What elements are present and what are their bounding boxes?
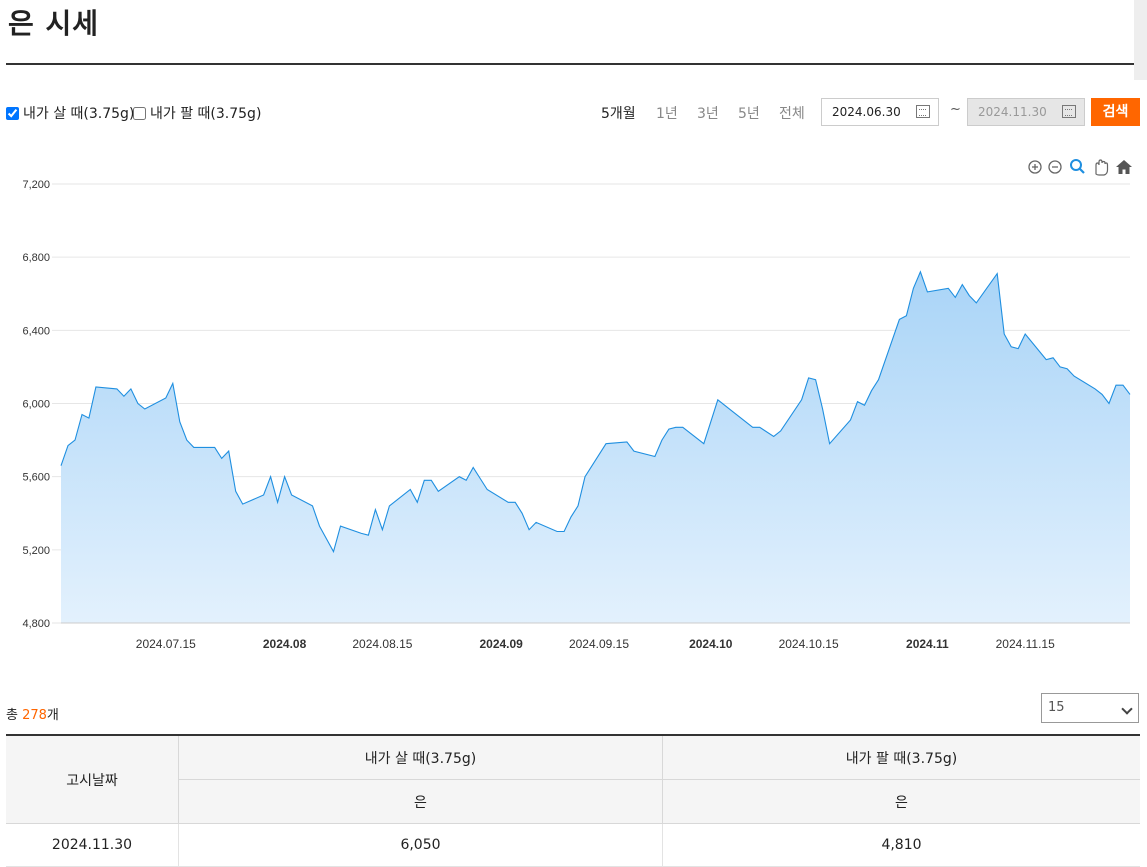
sell-subheader: 은 — [662, 779, 1140, 824]
price-area-fill — [61, 271, 1130, 623]
x-tick-label: 2024.07.15 — [136, 637, 196, 651]
filter-bar: 내가 살 때(3.75g) 내가 팔 때(3.75g) 5개월 1년 3년 5년… — [6, 98, 1140, 126]
sell-column-header[interactable]: 내가 팔 때(3.75g) — [662, 734, 1140, 780]
total-number: 278 — [22, 708, 47, 723]
page-size-value: 15 — [1048, 700, 1065, 715]
x-tick-label: 2024.08 — [263, 637, 307, 651]
sell-checkbox-text: 내가 팔 때(3.75g) — [150, 106, 262, 122]
sell-checkbox[interactable] — [133, 106, 146, 120]
x-tick-label: 2024.11.15 — [996, 637, 1055, 651]
page-title: 은 시세 — [8, 7, 100, 40]
period-3years[interactable]: 3년 — [697, 103, 719, 123]
date-range-separator: ~ — [950, 102, 961, 117]
start-date-input[interactable]: 2024.06.30 — [821, 98, 939, 126]
row-buy-price: 6,050 — [178, 823, 663, 867]
price-chart: 7,200 6,800 6,400 6,000 5,600 5,200 4,800 2024… — [22, 159, 1132, 651]
row-sell-price: 4,810 — [662, 823, 1140, 867]
x-tick-label: 2024.09.15 — [569, 637, 629, 651]
total-suffix: 개 — [46, 708, 59, 723]
buy-checkbox-label[interactable]: 내가 살 때(3.75g) — [6, 103, 134, 123]
buy-checkbox-text: 내가 살 때(3.75g) — [23, 106, 135, 122]
x-tick-label: 2024.10 — [689, 637, 733, 651]
calendar-icon[interactable] — [916, 105, 930, 118]
total-count: 총 278개 — [6, 704, 59, 723]
y-tick-label: 6,800 — [22, 252, 50, 264]
y-tick-label: 6,000 — [22, 399, 50, 411]
title-divider — [6, 63, 1134, 65]
row-date: 2024.11.30 — [6, 823, 179, 867]
chevron-down-icon — [1121, 703, 1133, 715]
table-row: 2024.11.30 6,050 4,810 — [6, 823, 1140, 867]
price-table: 고시날짜 내가 살 때(3.75g) 내가 팔 때(3.75g) 은 은 202… — [6, 734, 1140, 867]
y-tick-label: 6,400 — [22, 325, 50, 337]
scrollbar[interactable] — [1134, 0, 1147, 80]
search-button[interactable]: 검색 — [1091, 98, 1140, 126]
end-date-value: 2024.11.30 — [978, 105, 1047, 119]
magnify-icon[interactable] — [1070, 159, 1085, 174]
home-icon[interactable] — [1116, 160, 1132, 174]
end-date-input[interactable]: 2024.11.30 — [967, 98, 1085, 126]
zoom-in-icon[interactable] — [1028, 160, 1042, 174]
period-1year[interactable]: 1년 — [656, 103, 678, 123]
buy-column-header[interactable]: 내가 살 때(3.75g) — [178, 734, 663, 780]
pan-hand-icon[interactable] — [1095, 159, 1109, 176]
x-tick-label: 2024.11 — [906, 637, 949, 651]
period-5years[interactable]: 5년 — [738, 103, 760, 123]
calendar-icon[interactable] — [1062, 105, 1076, 118]
y-tick-label: 5,200 — [22, 545, 50, 557]
buy-subheader: 은 — [178, 779, 663, 824]
total-prefix: 총 — [6, 708, 23, 723]
y-tick-label: 4,800 — [22, 618, 50, 630]
period-5months[interactable]: 5개월 — [601, 103, 636, 123]
date-column-header[interactable]: 고시날짜 — [6, 734, 179, 824]
x-tick-label: 2024.10.15 — [779, 637, 839, 651]
page-size-select[interactable]: 15 — [1041, 693, 1139, 723]
y-tick-label: 5,600 — [22, 472, 50, 484]
period-all[interactable]: 전체 — [779, 103, 805, 123]
x-tick-label: 2024.09 — [479, 637, 523, 651]
buy-checkbox[interactable] — [6, 106, 19, 120]
x-tick-label: 2024.08.15 — [352, 637, 412, 651]
sell-checkbox-label[interactable]: 내가 팔 때(3.75g) — [133, 103, 261, 123]
start-date-value: 2024.06.30 — [832, 105, 901, 119]
zoom-out-icon[interactable] — [1048, 160, 1062, 174]
y-tick-label: 7,200 — [22, 179, 50, 191]
